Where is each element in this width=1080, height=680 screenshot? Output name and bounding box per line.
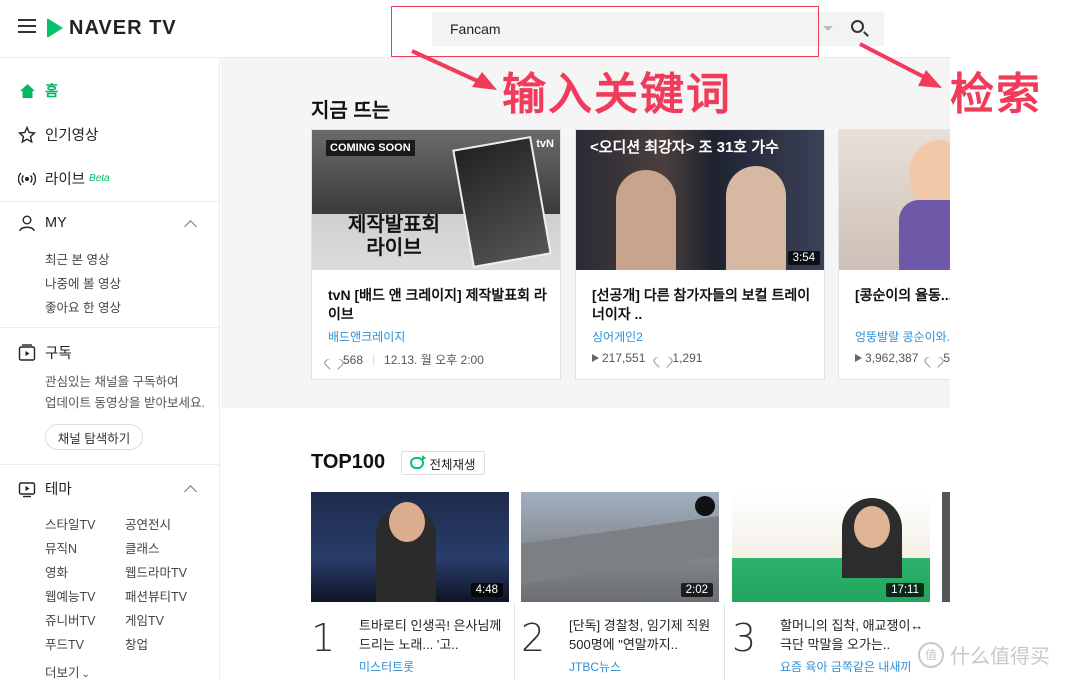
annotation-search: 检索 — [950, 69, 1042, 120]
site-watermark: 值 什么值得买 — [918, 640, 1050, 669]
app: NAVER TV 홈 인기영상 — [0, 0, 1080, 680]
arrow-to-search-button — [859, 42, 942, 88]
watermark-logo-icon: 值 — [918, 641, 944, 668]
arrow-to-search-input — [411, 49, 497, 90]
annotation-input-keyword: 输入关键词 — [502, 69, 732, 120]
watermark-text: 什么值得买 — [950, 646, 1050, 668]
